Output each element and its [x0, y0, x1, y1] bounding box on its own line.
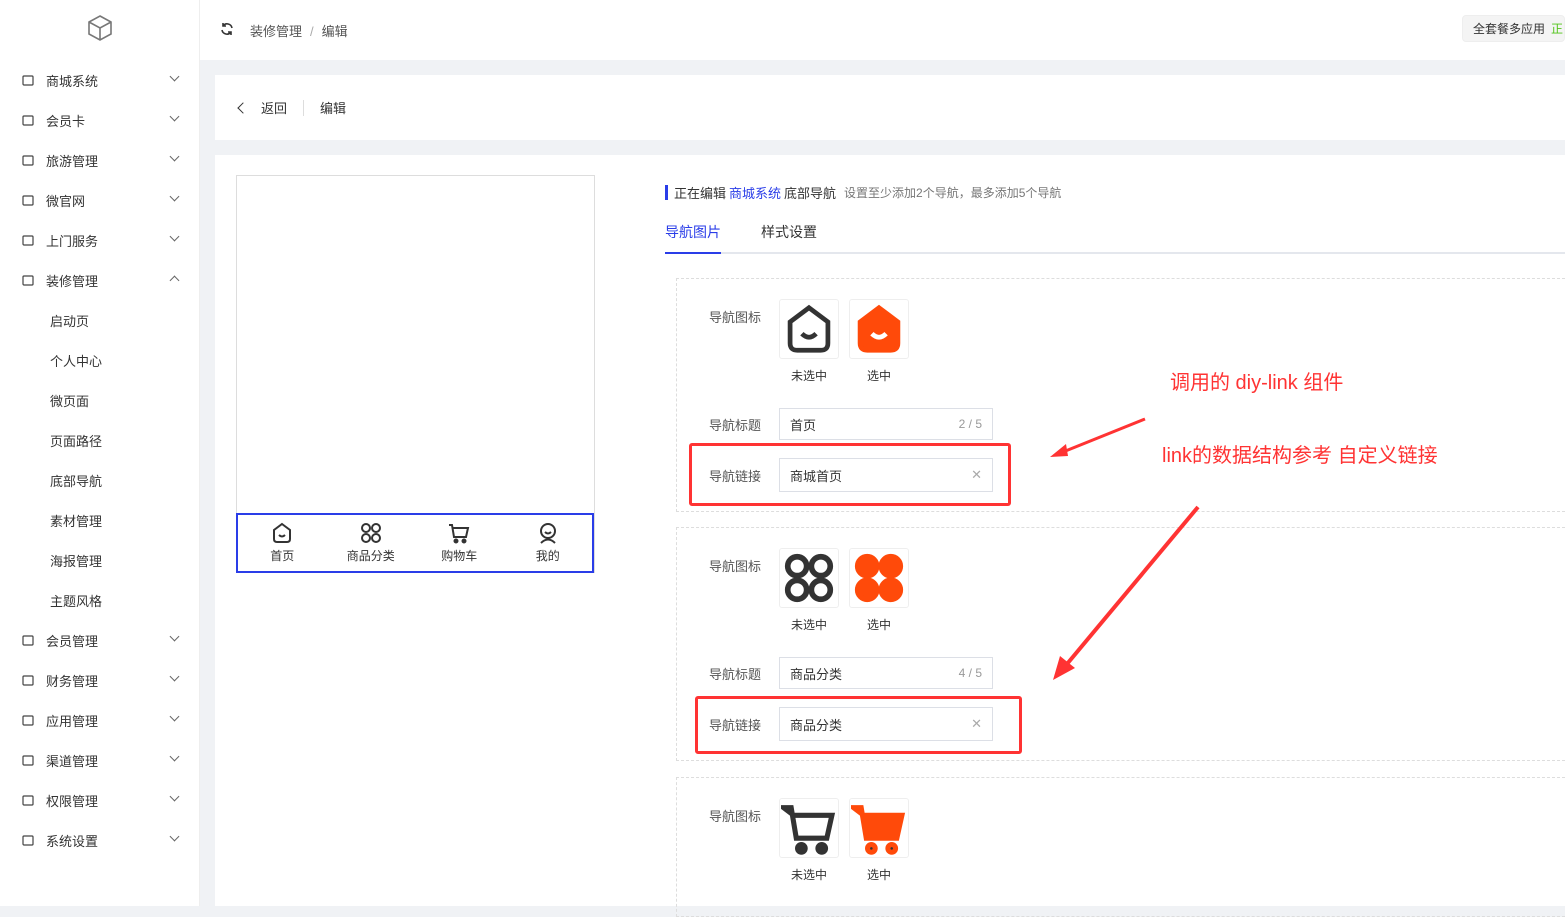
arrow-1: [1057, 417, 1146, 456]
annotation-arrows: [1050, 417, 1200, 680]
arrow-2: [1060, 505, 1200, 672]
